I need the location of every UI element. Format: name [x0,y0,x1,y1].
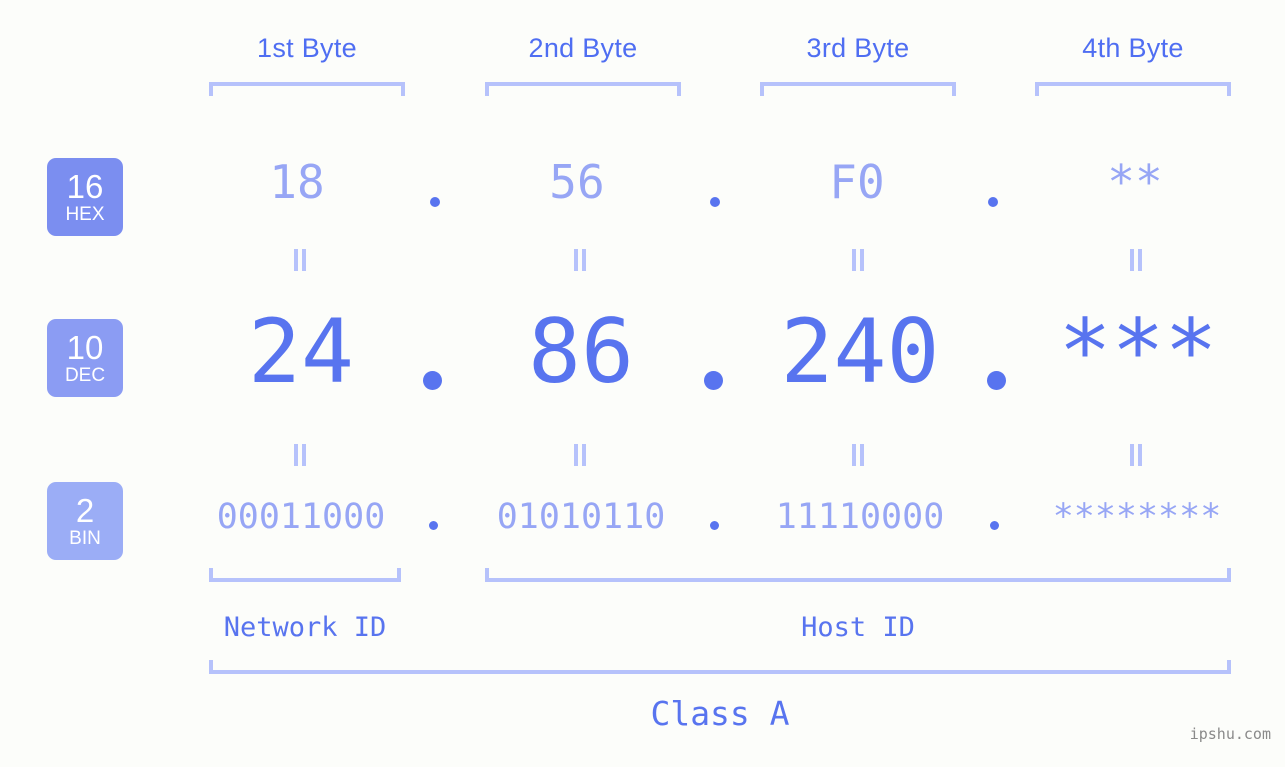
byte-bracket-top-1 [209,82,405,96]
class-bracket [209,660,1231,674]
equals-mark-hex-dec-1 [293,249,307,271]
dec-octet-3: 240 [780,300,940,403]
base-badge-hex-name: HEX [65,204,105,225]
equals-mark-dec-bin-1 [293,444,307,466]
byte-header-1: 1st Byte [257,33,357,63]
byte-bracket-top-2 [485,82,681,96]
bin-separator-dot-3 [990,521,999,530]
hex-octet-4: ** [1107,155,1163,209]
host-id-label: Host ID [801,612,915,643]
network-id-bracket [209,568,401,582]
bin-octet-1: 00011000 [216,497,386,537]
base-badge-bin-number: 2 [75,492,95,529]
byte-bracket-top-3 [760,82,956,96]
bin-separator-dot-2 [710,521,719,530]
base-badge-bin[interactable]: 2 BIN [47,482,123,560]
hex-separator-dot-1 [430,197,440,207]
byte-header-3: 3rd Byte [806,33,910,63]
bin-separator-dot-1 [429,521,438,530]
dec-separator-dot-2 [704,371,723,390]
equals-mark-hex-dec-3 [851,249,865,271]
base-badge-bin-name: BIN [69,528,101,549]
bin-octet-4: ******** [1052,497,1222,537]
hex-octet-3: F0 [829,155,885,209]
host-id-bracket [485,568,1231,582]
byte-header-4: 4th Byte [1082,33,1184,63]
bin-octet-3: 11110000 [775,497,945,537]
byte-bracket-top-4 [1035,82,1231,96]
site-watermark: ipshu.com [1189,725,1271,743]
hex-separator-dot-2 [710,197,720,207]
base-badge-dec-name: DEC [64,365,106,386]
equals-mark-hex-dec-2 [573,249,587,271]
dec-octet-1: 24 [248,300,354,403]
bin-octet-2: 01010110 [496,497,666,537]
network-id-label: Network ID [223,612,387,643]
equals-mark-hex-dec-4 [1129,249,1143,271]
hex-octet-1: 18 [269,155,325,209]
class-label: Class A [650,694,790,733]
dec-separator-dot-1 [423,371,442,390]
equals-mark-dec-bin-2 [573,444,587,466]
dec-separator-dot-3 [987,371,1006,390]
equals-mark-dec-bin-3 [851,444,865,466]
ip-address-breakdown-diagram: 1st Byte 2nd Byte 3rd Byte 4th Byte 16 H… [0,0,1285,767]
base-badge-dec-number: 10 [66,329,104,366]
base-badge-dec[interactable]: 10 DEC [47,319,123,397]
base-badge-hex[interactable]: 16 HEX [47,158,123,236]
hex-separator-dot-3 [988,197,998,207]
hex-octet-2: 56 [549,155,605,209]
dec-octet-4: *** [1058,300,1218,403]
base-badge-hex-number: 16 [66,168,104,205]
equals-mark-dec-bin-4 [1129,444,1143,466]
dec-octet-2: 86 [528,300,634,403]
byte-header-2: 2nd Byte [528,33,638,63]
